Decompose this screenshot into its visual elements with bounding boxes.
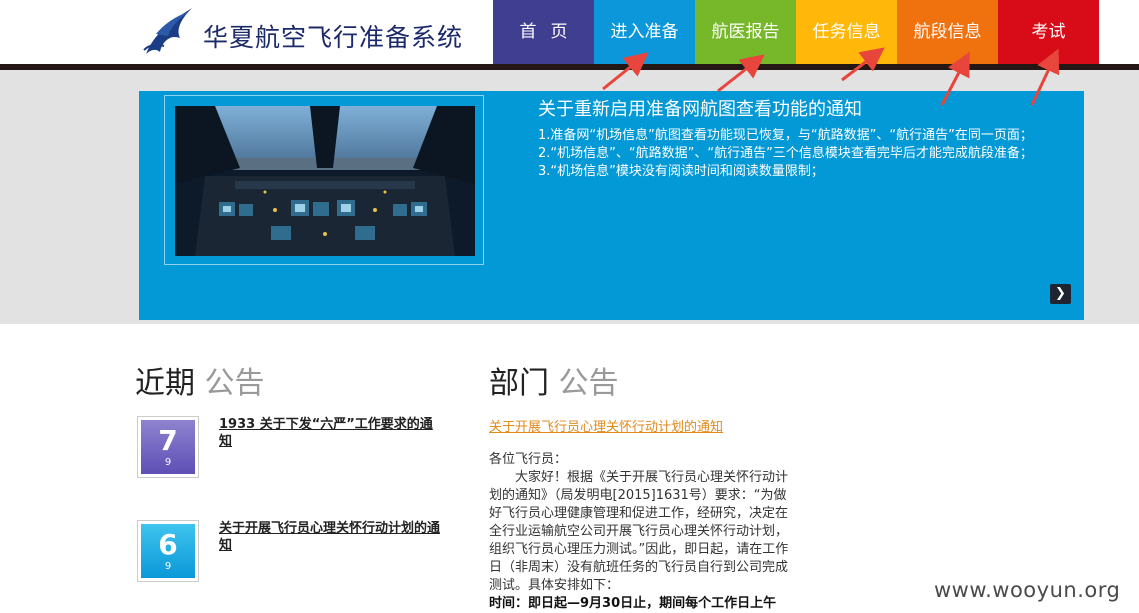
department-notices-heading: 部门 公告 [489,358,619,402]
banner-line: 2.“机场信息”、“航路数据”、“航行通告”三个信息模块查看完毕后才能完成航段准… [538,146,1033,161]
notice-link[interactable]: 1933 关于下发“六严”工作要求的通知 [219,416,444,450]
nav-item-segment-info[interactable]: 航段信息 [897,0,998,68]
site-title: 华夏航空飞行准备系统 [203,23,464,52]
nav-item-home[interactable]: 首页 [493,0,594,68]
date-month: 9 [164,561,172,572]
notice-greeting: 各位飞行员： [489,452,568,467]
date-day: 6 [158,528,178,561]
date-day: 7 [158,424,178,457]
banner-text: 1.准备网“机场信息”航图查看功能现已恢复，与“航路数据”、“航行通告”在同一页… [538,127,1033,181]
heading-dark-part: 近期 [135,366,195,401]
banner-line: 3.“机场信息”模块没有阅读时间和阅读数量限制； [538,164,824,179]
banner-title: 关于重新启用准备网航图查看功能的通知 [538,99,862,120]
notice-schedule: 时间：即日起—9月30日止，期间每个工作日上午 [489,596,777,611]
department-notice-link[interactable]: 关于开展飞行员心理关怀行动计划的通知 [489,416,723,435]
banner-image-frame [164,95,484,265]
banner-line: 1.准备网“机场信息”航图查看功能现已恢复，与“航路数据”、“航行通告”在同一页… [538,128,1033,143]
date-badge: 7 9 [137,416,199,478]
bird-wing-logo-icon [143,8,192,54]
date-month: 9 [164,457,172,468]
main-nav: 首页 进入准备 航医报告 任务信息 航段信息 考试 [493,0,1099,68]
banner-slider: 关于重新启用准备网航图查看功能的通知 1.准备网“机场信息”航图查看功能现已恢复… [139,91,1084,320]
nav-item-enter-preparation[interactable]: 进入准备 [594,0,695,68]
notice-paragraph: 大家好！根据《关于开展飞行员心理关怀行动计划的通知》（局发明电[2015]163… [489,470,789,593]
date-badge: 6 9 [137,520,199,582]
chevron-right-icon: ❯ [1055,286,1066,301]
heading-light-part: 公告 [558,366,619,401]
notice-link[interactable]: 关于开展飞行员心理关怀行动计划的通知 [219,520,444,554]
recent-notices-heading: 近期 公告 [135,358,265,402]
department-notice-body: 各位飞行员： 大家好！根据《关于开展飞行员心理关怀行动计划的通知》（局发明电[2… [489,451,799,613]
watermark: www.wooyun.org [928,571,1139,612]
heading-dark-part: 部门 [489,366,549,401]
nav-item-exam[interactable]: 考试 [998,0,1099,68]
nav-item-task-info[interactable]: 任务信息 [796,0,897,68]
nav-item-medical-report[interactable]: 航医报告 [695,0,796,68]
banner-next-button[interactable]: ❯ [1050,284,1071,304]
heading-light-part: 公告 [204,366,265,401]
cockpit-photo [175,106,475,256]
